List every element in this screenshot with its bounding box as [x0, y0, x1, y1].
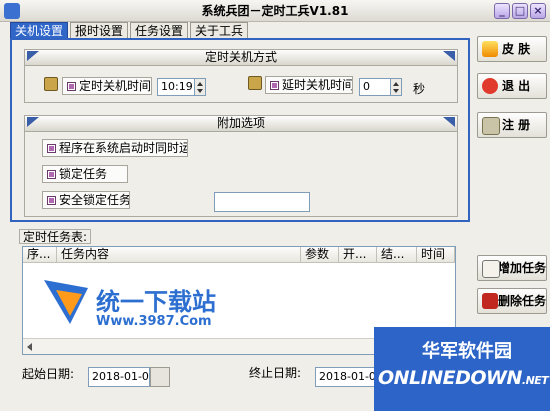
column-header-params[interactable]: 参数 — [301, 247, 339, 263]
watermark-cn-text: 华军软件园 — [422, 341, 512, 362]
minimize-button[interactable]: _ — [494, 3, 510, 19]
secure-lock-label: 安全锁定任务 — [59, 193, 130, 207]
delay-unit-label: 秒 — [413, 82, 426, 96]
delay-spinner-button[interactable] — [390, 78, 402, 96]
delay-shutdown-label: 延时关机时间 — [282, 78, 353, 92]
group-title: 附加选项 — [216, 116, 265, 130]
end-date-input[interactable]: 2018-01-02 — [315, 367, 375, 387]
exit-label: 退 出 — [502, 79, 531, 93]
timed-shutdown-checkbox-icon — [67, 82, 76, 91]
time-spinner-button[interactable] — [194, 78, 206, 96]
lock-password-input[interactable] — [214, 192, 310, 212]
delete-task-button[interactable]: 删除任务 — [477, 288, 547, 314]
watermark-suffix-text: .NET — [521, 374, 549, 387]
watermark-en-text: ONLINEDOWN.NET — [378, 367, 549, 389]
column-header-start[interactable]: 开... — [339, 247, 377, 263]
skin-label: 皮 肤 — [502, 42, 531, 56]
start-date-picker-button[interactable] — [150, 367, 170, 387]
header-arrow-right-icon — [443, 117, 455, 127]
close-circle-icon — [482, 78, 498, 94]
window-title: 系统兵团－定时工兵V1.81 — [201, 4, 349, 18]
watermark-brand-text: ONLINEDOWN — [378, 367, 522, 389]
lightning-icon — [482, 41, 498, 57]
skin-button[interactable]: 皮 肤 — [477, 36, 547, 62]
timed-shutdown-option[interactable]: 定时关机时间 — [62, 77, 152, 95]
header-arrow-left-icon — [27, 51, 39, 61]
tab-about[interactable]: 关于工兵 — [190, 22, 248, 39]
watermark-url-text: Www.3987.Com — [96, 314, 212, 329]
end-date-label: 终止日期: — [249, 366, 302, 380]
delay-seconds-input[interactable]: 0 — [359, 78, 391, 96]
key-icon — [482, 117, 500, 135]
start-date-label: 起始日期: — [22, 367, 75, 381]
lock-task-checkbox-icon — [47, 170, 56, 179]
group-header: 附加选项 — [25, 116, 457, 132]
autostart-label: 程序在系统启动时同时运行 — [59, 141, 187, 155]
delay-shutdown-checkbox-icon — [270, 81, 279, 90]
watermark-logo-icon — [44, 280, 88, 324]
add-task-button[interactable]: 增加任务 — [477, 255, 547, 281]
tab-task-settings[interactable]: 任务设置 — [130, 22, 188, 39]
timed-shutdown-label: 定时关机时间 — [79, 79, 152, 93]
delete-task-icon — [482, 293, 498, 309]
column-header-index[interactable]: 序... — [23, 247, 57, 263]
group-title: 定时关机方式 — [204, 50, 277, 64]
task-list-label: 定时任务表: — [19, 229, 92, 244]
add-task-label: 增加任务 — [498, 261, 547, 275]
tab-chime-settings[interactable]: 报时设置 — [70, 22, 128, 39]
column-header-content[interactable]: 任务内容 — [57, 247, 301, 263]
autostart-checkbox-icon — [47, 144, 56, 153]
watermark-cn-text: 统一下载站 — [96, 288, 216, 316]
register-label: 注 册 — [502, 118, 531, 132]
column-header-end[interactable]: 结... — [377, 247, 417, 263]
exit-button[interactable]: 退 出 — [477, 73, 547, 99]
header-arrow-left-icon — [27, 117, 39, 127]
lock-task-label: 锁定任务 — [59, 167, 108, 181]
header-arrow-right-icon — [443, 51, 455, 61]
secure-lock-checkbox-icon — [47, 196, 56, 205]
secure-lock-option[interactable]: 安全锁定任务 — [42, 191, 130, 209]
start-date-input[interactable]: 2018-01-02 — [88, 367, 150, 387]
add-task-icon — [482, 260, 500, 278]
watermark-onlinedown: 华军软件园 ONLINEDOWN.NET — [374, 327, 550, 411]
delete-task-label: 删除任务 — [498, 294, 547, 308]
computer-lock-icon — [44, 77, 58, 91]
group-header: 定时关机方式 — [25, 50, 457, 66]
computer-lock-icon — [248, 76, 262, 90]
delay-shutdown-option[interactable]: 延时关机时间 — [265, 76, 353, 94]
column-header-time[interactable]: 时间 — [417, 247, 455, 263]
tab-shutdown-settings[interactable]: 关机设置 — [10, 22, 68, 39]
watermark-3987: 统一下载站 Www.3987.Com — [40, 270, 240, 340]
scroll-left-arrow-icon[interactable] — [27, 343, 32, 351]
autostart-option[interactable]: 程序在系统启动时同时运行 — [42, 139, 188, 157]
maximize-button[interactable]: □ — [512, 3, 528, 19]
timed-shutdown-time-input[interactable]: 10:19 — [157, 78, 195, 96]
register-button[interactable]: 注 册 — [477, 112, 547, 138]
close-button[interactable]: × — [530, 3, 546, 19]
lock-task-option[interactable]: 锁定任务 — [42, 165, 128, 183]
